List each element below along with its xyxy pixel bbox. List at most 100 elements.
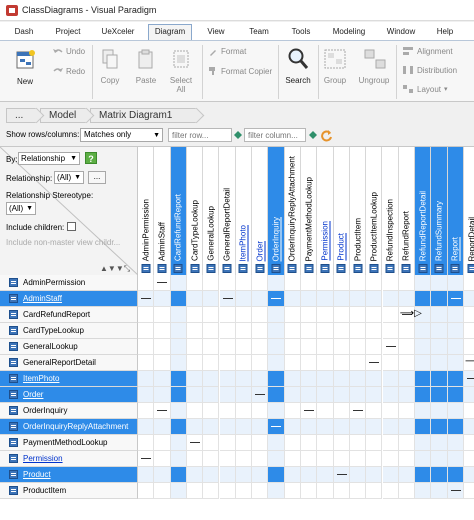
matrix-cell[interactable] bbox=[382, 435, 399, 451]
column-header-card-refund-report[interactable]: CardRefundReport bbox=[170, 147, 187, 275]
matrix-cell[interactable] bbox=[284, 483, 301, 499]
matrix-cell[interactable] bbox=[154, 435, 171, 451]
matrix-cell[interactable] bbox=[203, 291, 220, 307]
matrix-cell[interactable] bbox=[398, 275, 416, 291]
matrix-cell[interactable] bbox=[382, 451, 399, 467]
matrix-cell[interactable] bbox=[301, 291, 318, 307]
matrix-cell[interactable] bbox=[252, 387, 269, 403]
matrix-cell[interactable] bbox=[268, 339, 285, 355]
matrix-cell[interactable] bbox=[301, 355, 318, 371]
matrix-cell[interactable] bbox=[301, 387, 318, 403]
matrix-cell[interactable] bbox=[398, 419, 416, 435]
matrix-cell[interactable] bbox=[447, 307, 464, 323]
matrix-cell[interactable] bbox=[235, 483, 253, 499]
matrix-cell[interactable] bbox=[268, 387, 285, 403]
matrix-cell[interactable] bbox=[333, 467, 350, 483]
matrix-cell[interactable] bbox=[349, 403, 367, 419]
matrix-cell[interactable] bbox=[333, 355, 350, 371]
matrix-cell[interactable] bbox=[317, 403, 334, 419]
matrix-cell[interactable] bbox=[301, 467, 318, 483]
matrix-cell[interactable] bbox=[219, 387, 236, 403]
matrix-cell[interactable] bbox=[268, 419, 285, 435]
matrix-cell[interactable] bbox=[138, 355, 155, 371]
matrix-cell[interactable] bbox=[186, 355, 204, 371]
matrix-cell[interactable] bbox=[366, 275, 383, 291]
matrix-cell[interactable] bbox=[203, 307, 220, 323]
matrix-cell[interactable] bbox=[317, 355, 334, 371]
matrix-cell[interactable] bbox=[186, 323, 204, 339]
menu-tab-help[interactable]: Help bbox=[430, 25, 460, 40]
matrix-cell[interactable] bbox=[349, 483, 367, 499]
menu-tab-project[interactable]: Project bbox=[48, 25, 88, 40]
matrix-cell[interactable] bbox=[398, 323, 416, 339]
matrix-cell[interactable] bbox=[252, 483, 269, 499]
matrix-cell[interactable] bbox=[268, 307, 285, 323]
matrix-cell[interactable] bbox=[398, 371, 416, 387]
matrix-cell[interactable] bbox=[464, 419, 474, 435]
matrix-cell[interactable] bbox=[317, 483, 334, 499]
matrix-cell[interactable] bbox=[219, 323, 236, 339]
column-header-report-detail[interactable]: ReportDetail bbox=[464, 147, 474, 275]
matrix-cell[interactable] bbox=[317, 451, 334, 467]
menu-tab-window[interactable]: Window bbox=[380, 25, 422, 40]
matrix-cell[interactable] bbox=[154, 291, 171, 307]
matrix-cell[interactable] bbox=[138, 339, 155, 355]
matrix-cell[interactable] bbox=[366, 307, 383, 323]
matrix-cell[interactable] bbox=[447, 403, 464, 419]
matrix-cell[interactable] bbox=[186, 307, 204, 323]
matrix-cell[interactable] bbox=[138, 419, 155, 435]
matrix-cell[interactable] bbox=[366, 339, 383, 355]
column-header-product[interactable]: Product bbox=[334, 147, 350, 275]
matrix-cell[interactable] bbox=[301, 323, 318, 339]
column-header-order[interactable]: Order bbox=[252, 147, 269, 275]
matrix-cell[interactable] bbox=[415, 339, 432, 355]
matrix-cell[interactable] bbox=[284, 371, 301, 387]
matrix-cell[interactable] bbox=[382, 483, 399, 499]
matrix-cell[interactable] bbox=[170, 403, 187, 419]
matrix-cell[interactable] bbox=[415, 435, 432, 451]
matrix-cell[interactable] bbox=[252, 371, 269, 387]
matrix-cell[interactable] bbox=[235, 275, 253, 291]
matrix-cell[interactable] bbox=[431, 483, 448, 499]
matrix-cell[interactable] bbox=[138, 387, 155, 403]
matrix-cell[interactable] bbox=[268, 435, 285, 451]
matrix-cell[interactable] bbox=[301, 483, 318, 499]
row-header-order[interactable]: Order bbox=[0, 387, 138, 403]
matrix-cell[interactable] bbox=[301, 371, 318, 387]
matrix-cell[interactable] bbox=[268, 275, 285, 291]
matrix-cell[interactable] bbox=[431, 403, 448, 419]
matrix-cell[interactable] bbox=[219, 483, 236, 499]
matrix-cell[interactable] bbox=[203, 275, 220, 291]
matrix-cell[interactable] bbox=[333, 451, 350, 467]
matrix-cell[interactable] bbox=[333, 435, 350, 451]
column-header-general-lookup[interactable]: GeneralLookup bbox=[203, 147, 220, 275]
matrix-cell[interactable] bbox=[301, 403, 318, 419]
matrix-cell[interactable] bbox=[464, 483, 474, 499]
matrix-cell[interactable] bbox=[301, 451, 318, 467]
matrix-cell[interactable] bbox=[301, 419, 318, 435]
matrix-cell[interactable] bbox=[252, 403, 269, 419]
matrix-cell[interactable] bbox=[284, 435, 301, 451]
matrix-cell[interactable] bbox=[235, 355, 253, 371]
matrix-cell[interactable] bbox=[317, 467, 334, 483]
matrix-cell[interactable] bbox=[464, 451, 474, 467]
matrix-cell[interactable] bbox=[415, 403, 432, 419]
matrix-cell[interactable] bbox=[382, 403, 399, 419]
column-header-payment-method-lookup[interactable]: PaymentMethodLookup bbox=[301, 147, 318, 275]
matrix-cell[interactable] bbox=[154, 355, 171, 371]
matrix-cell[interactable] bbox=[415, 419, 432, 435]
matrix-cell[interactable] bbox=[333, 419, 350, 435]
matrix-cell[interactable] bbox=[431, 435, 448, 451]
matrix-cell[interactable] bbox=[219, 307, 236, 323]
matrix-cell[interactable] bbox=[333, 403, 350, 419]
menu-tab-view[interactable]: View bbox=[200, 25, 232, 40]
matrix-cell[interactable] bbox=[235, 467, 253, 483]
matrix-cell[interactable] bbox=[447, 291, 464, 307]
matrix-cell[interactable] bbox=[415, 483, 432, 499]
column-header-refund-summary[interactable]: RefundSummary bbox=[431, 147, 448, 275]
matrix-cell[interactable] bbox=[138, 467, 155, 483]
matrix-cell[interactable] bbox=[447, 355, 464, 371]
matrix-cell[interactable] bbox=[219, 419, 236, 435]
matrix-cell[interactable] bbox=[464, 323, 474, 339]
matrix-cell[interactable] bbox=[235, 339, 253, 355]
